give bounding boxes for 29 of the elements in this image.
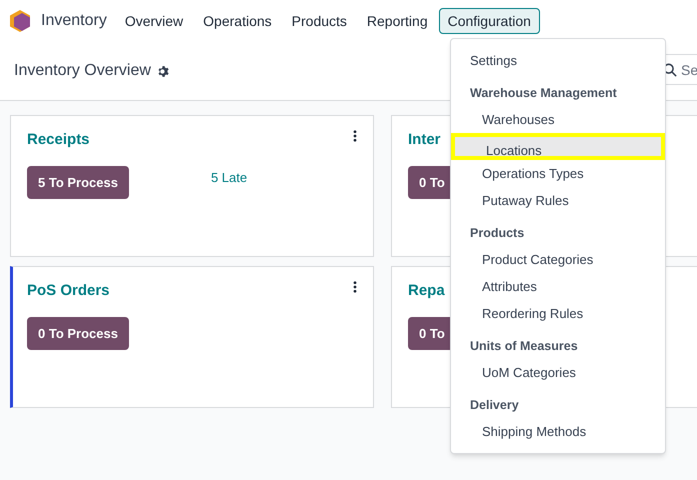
app-name[interactable]: Inventory bbox=[41, 9, 107, 33]
search-icon bbox=[663, 63, 677, 77]
to-process-button[interactable]: 0 To Process bbox=[27, 317, 129, 350]
nav-menu-item[interactable]: Products bbox=[282, 8, 357, 34]
menu-section-header: Warehouse Management bbox=[469, 85, 618, 102]
menu-item[interactable]: UoM Categories bbox=[451, 359, 665, 386]
kebab-menu-icon[interactable] bbox=[353, 130, 357, 142]
menu-section-header: Units of Measures bbox=[469, 338, 579, 355]
menu-item[interactable]: Shipping Methods bbox=[451, 418, 665, 445]
to-process-button[interactable]: 5 To Process bbox=[27, 166, 129, 199]
menu-item[interactable]: Warehouses bbox=[451, 106, 665, 133]
nav-menu-item[interactable]: Overview bbox=[114, 8, 194, 34]
card-title[interactable]: PoS Orders bbox=[27, 280, 110, 302]
card-title[interactable]: Repa bbox=[408, 280, 445, 302]
menu-section-header: Delivery bbox=[469, 397, 520, 414]
gear-icon[interactable] bbox=[156, 64, 170, 78]
menu-section-header: Products bbox=[469, 225, 526, 242]
menu-item[interactable]: Attributes bbox=[451, 273, 665, 300]
nav-menu-item[interactable]: Reporting bbox=[356, 8, 438, 34]
nav-menu-item[interactable]: Configuration bbox=[438, 8, 540, 34]
page-title: Inventory Overview bbox=[14, 61, 151, 81]
card-title[interactable]: Inter bbox=[408, 129, 441, 152]
card-title[interactable]: Receipts bbox=[27, 129, 90, 152]
menu-item[interactable]: Product Categories bbox=[451, 246, 665, 273]
menu-item[interactable]: Locations bbox=[451, 133, 665, 160]
nav-menu-item[interactable]: Operations bbox=[193, 8, 282, 34]
late-link[interactable]: 5 Late bbox=[210, 168, 248, 188]
kebab-menu-icon[interactable] bbox=[353, 281, 357, 293]
hexagon-logo-icon bbox=[10, 10, 30, 32]
